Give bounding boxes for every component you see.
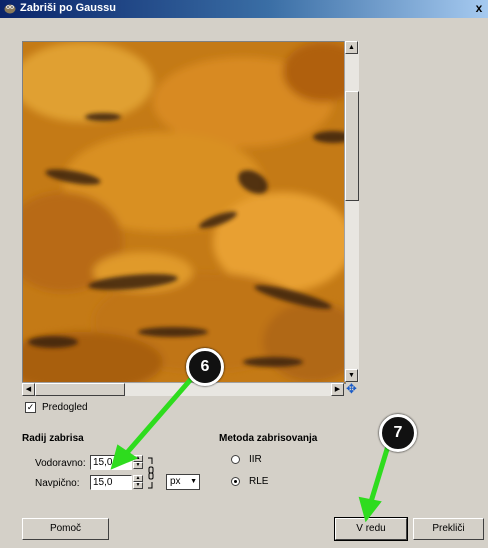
chain-link-icon[interactable] (147, 455, 155, 491)
blurred-texture (23, 42, 345, 383)
ok-button[interactable]: V redu (334, 517, 408, 541)
horizontal-radius-input[interactable]: 15,0 (90, 455, 132, 470)
spin-up-icon[interactable]: ▲ (133, 475, 143, 482)
chevron-down-icon: ▼ (190, 478, 197, 485)
gimp-icon (4, 4, 16, 14)
vertical-scrollbar[interactable]: ▲ ▼ (344, 41, 359, 382)
radio-iir-label[interactable]: IIR (249, 454, 262, 465)
horizontal-scrollbar[interactable]: ◀ ▶ (22, 382, 344, 396)
spin-down-icon[interactable]: ▼ (133, 462, 143, 469)
navigate-icon[interactable]: ✥ (345, 382, 358, 395)
scroll-up-icon[interactable]: ▲ (345, 41, 358, 54)
horizontal-scroll-thumb[interactable] (35, 383, 125, 396)
radio-rle-label[interactable]: RLE (249, 476, 268, 487)
vertical-spinner[interactable]: ▲ ▼ (133, 475, 143, 490)
spin-down-icon[interactable]: ▼ (133, 482, 143, 489)
help-button[interactable]: Pomoč (22, 518, 109, 540)
horizontal-spinner[interactable]: ▲ ▼ (133, 455, 143, 470)
window-title: Zabriši po Gaussu (20, 2, 116, 14)
radio-iir[interactable] (231, 455, 240, 464)
step-6-callout: 6 (186, 348, 224, 386)
vertical-label: Navpično: (35, 478, 80, 489)
radio-rle[interactable] (231, 477, 240, 486)
unit-select-value: px (170, 476, 181, 487)
step-7-callout: 7 (379, 414, 417, 452)
blur-radius-title: Radij zabrisa (22, 433, 84, 444)
close-icon[interactable]: x (472, 1, 486, 16)
blur-method-title: Metoda zabrisovanja (219, 433, 318, 444)
preview-checkbox-label[interactable]: Predogled (42, 402, 88, 413)
scroll-left-icon[interactable]: ◀ (22, 383, 35, 396)
vertical-scroll-thumb[interactable] (345, 91, 359, 201)
unit-select[interactable]: px ▼ (166, 474, 200, 490)
preview-checkbox[interactable]: ✓ (25, 402, 36, 413)
preview-image[interactable] (22, 41, 346, 384)
spin-up-icon[interactable]: ▲ (133, 455, 143, 462)
horizontal-label: Vodoravno: (35, 458, 86, 469)
title-bar: Zabriši po Gaussu x (0, 0, 488, 18)
vertical-radius-input[interactable]: 15,0 (90, 475, 132, 490)
scroll-right-icon[interactable]: ▶ (331, 383, 344, 396)
cancel-button[interactable]: Prekliči (413, 518, 484, 540)
